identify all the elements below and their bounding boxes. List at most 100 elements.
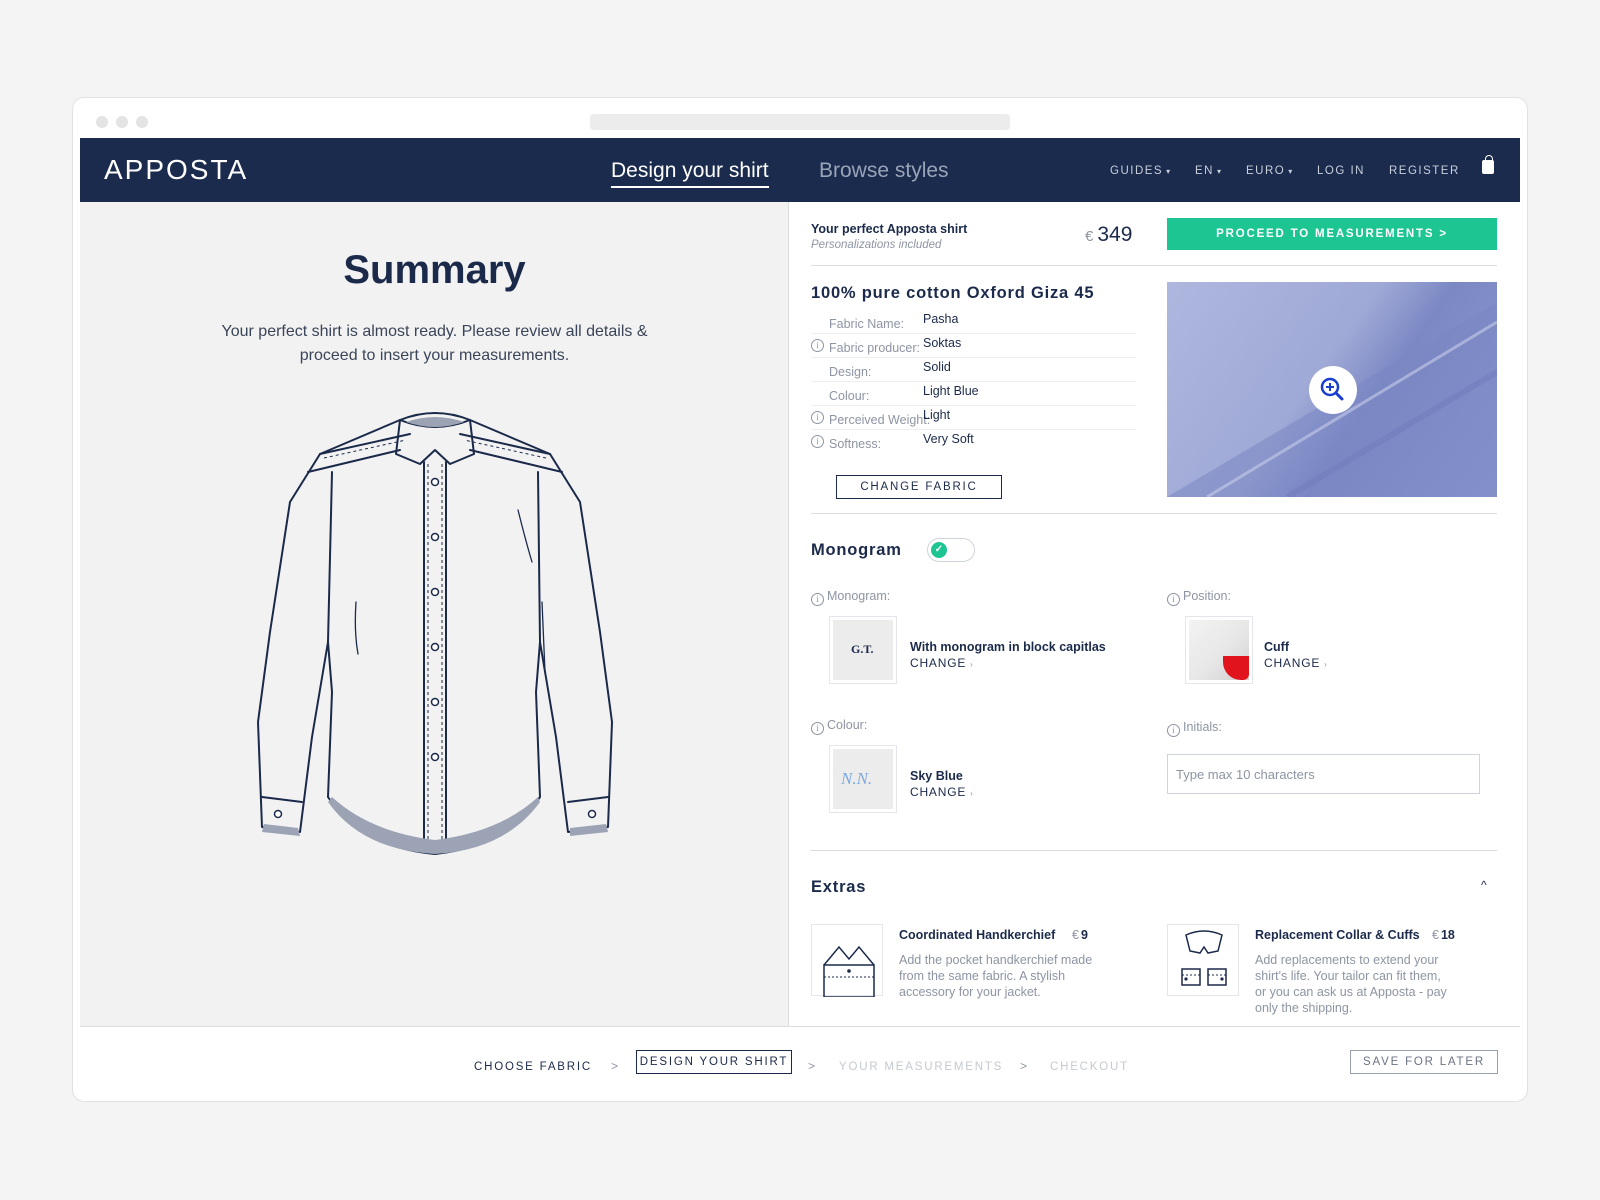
monogram-style-thumbnail[interactable]: G.T.: [829, 616, 897, 684]
step-your-measurements[interactable]: YOUR MEASUREMENTS: [839, 1061, 1003, 1073]
description-line: only the shipping.: [1255, 1001, 1353, 1015]
menu-register[interactable]: REGISTER: [1389, 165, 1460, 177]
monogram-style-value: With monogram in block capitlas: [910, 640, 1106, 654]
monogram-title: Monogram: [811, 541, 902, 559]
info-icon[interactable]: i: [811, 339, 824, 352]
monogram-position-thumbnail[interactable]: [1185, 616, 1253, 684]
extras-title: Extras: [811, 878, 867, 896]
extra-handkerchief-title: Coordinated Handkerchief: [899, 928, 1056, 942]
monogram-position-label: i Position:: [1167, 589, 1231, 606]
brand-logo[interactable]: APPOSTA: [104, 154, 248, 186]
monogram-position-value: Cuff: [1264, 640, 1289, 654]
menu-language[interactable]: EN ▾: [1195, 165, 1223, 177]
price-amount: €349: [1085, 223, 1132, 247]
spec-value: Solid: [923, 360, 951, 374]
shopping-bag-icon[interactable]: [1482, 155, 1494, 174]
monogram-colour-preview: N.N.: [833, 749, 893, 809]
menu-language-label: EN: [1195, 165, 1214, 177]
monogram-position-label-text: Position:: [1183, 589, 1231, 603]
menu-log-in[interactable]: LOG IN: [1317, 165, 1365, 177]
change-fabric-button[interactable]: CHANGE FABRIC: [836, 475, 1002, 499]
monogram-style-label-text: Monogram:: [827, 589, 891, 603]
tab-design-your-shirt[interactable]: Design your shirt: [611, 159, 769, 188]
spec-value: Light Blue: [923, 384, 979, 398]
description-line: Add the pocket handkerchief made: [899, 953, 1093, 967]
spec-label: Fabric Name:: [829, 317, 905, 331]
description-line: shirt's life. Your tailor can fit them,: [1255, 969, 1441, 983]
menu-guides-label: GUIDES: [1110, 165, 1164, 177]
details-panel: Your perfect Apposta shirt Personalizati…: [789, 202, 1520, 1026]
chevron-right-icon: ›: [1324, 660, 1328, 669]
price-value: 349: [1097, 223, 1133, 246]
change-label: CHANGE: [910, 785, 967, 799]
window-dot-icon: [116, 116, 128, 128]
top-navbar: APPOSTA Design your shirt Browse styles …: [80, 138, 1520, 202]
info-icon[interactable]: i: [811, 593, 824, 606]
monogram-style-label: i Monogram:: [811, 589, 891, 606]
browser-chrome: [80, 106, 1520, 138]
info-icon[interactable]: i: [811, 411, 824, 424]
extra-price-currency: €: [1072, 928, 1079, 942]
cuff-preview: [1189, 620, 1249, 680]
step-checkout[interactable]: CHECKOUT: [1050, 1061, 1129, 1073]
spec-label: Colour:: [829, 389, 870, 403]
fabric-swatch-image[interactable]: [1167, 282, 1497, 497]
info-icon[interactable]: i: [811, 722, 824, 735]
monogram-toggle[interactable]: ✓: [927, 538, 975, 562]
extra-collar-cuffs-description: Add replacements to extend your shirt's …: [1255, 952, 1447, 1016]
step-separator: >: [808, 1059, 816, 1073]
fabric-title: 100% pure cotton Oxford Giza 45: [811, 284, 1095, 302]
extra-price-value: 9: [1080, 928, 1088, 942]
description-line: from the same fabric. A stylish: [899, 969, 1066, 983]
zoom-button[interactable]: [1309, 366, 1357, 414]
zoom-in-icon: [1320, 377, 1344, 401]
monogram-colour-label: i Colour:: [811, 718, 868, 735]
handkerchief-image: [811, 924, 883, 998]
initials-input[interactable]: [1167, 754, 1480, 794]
menu-guides[interactable]: GUIDES ▾: [1110, 165, 1172, 177]
menu-currency[interactable]: EURO ▾: [1246, 165, 1294, 177]
description-line: Add replacements to extend your: [1255, 953, 1439, 967]
summary-description: Your perfect shirt is almost ready. Plea…: [221, 323, 648, 364]
chevron-down-icon: ▾: [1166, 167, 1172, 176]
proceed-to-measurements-button[interactable]: PROCEED TO MEASUREMENTS >: [1167, 218, 1497, 250]
spec-label: Perceived Weight:: [829, 413, 931, 427]
info-icon[interactable]: i: [811, 435, 824, 448]
info-icon[interactable]: i: [1167, 593, 1180, 606]
page-title: Summary: [343, 248, 526, 292]
checkout-steps-footer: CHOOSE FABRIC > DESIGN YOUR SHIRT > YOUR…: [80, 1026, 1520, 1094]
spec-label: Fabric producer:: [829, 341, 921, 355]
monogram-colour-label-text: Colour:: [827, 718, 868, 732]
monogram-position-change-link[interactable]: CHANGE ›: [1264, 656, 1328, 670]
spec-label: Design:: [829, 365, 872, 379]
monogram-colour-change-link[interactable]: CHANGE ›: [910, 785, 974, 799]
spec-row: Design: Solid: [811, 358, 1136, 382]
step-separator: >: [1020, 1059, 1028, 1073]
step-design-your-shirt[interactable]: DESIGN YOUR SHIRT: [636, 1050, 792, 1074]
price-subtitle: Personalizations included: [811, 239, 942, 251]
monogram-colour-thumb-text: N.N.: [841, 769, 873, 788]
chevron-right-icon: ›: [970, 789, 974, 798]
monogram-style-change-link[interactable]: CHANGE ›: [910, 656, 974, 670]
change-label: CHANGE: [1264, 656, 1321, 670]
summary-panel: Summary Your perfect shirt is almost rea…: [80, 202, 789, 1026]
info-icon[interactable]: i: [1167, 724, 1180, 737]
spec-value: Very Soft: [923, 432, 974, 446]
spec-label: Softness:: [829, 437, 882, 451]
step-choose-fabric[interactable]: CHOOSE FABRIC: [474, 1061, 592, 1073]
extra-handkerchief-price: €9: [1072, 928, 1088, 942]
handkerchief-icon: [823, 945, 875, 998]
chevron-up-icon[interactable]: ^: [1481, 878, 1487, 892]
address-bar[interactable]: [590, 114, 1010, 130]
monogram-colour-thumbnail[interactable]: N.N.: [829, 745, 897, 813]
spec-row: i Perceived Weight: Light: [811, 406, 1136, 430]
divider: [811, 850, 1497, 851]
description-line: or you can ask us at Apposta - pay: [1255, 985, 1447, 999]
save-for-later-button[interactable]: SAVE FOR LATER: [1350, 1050, 1498, 1074]
check-icon: ✓: [931, 542, 947, 558]
spec-value: Pasha: [923, 312, 959, 326]
extra-price-currency: €: [1432, 928, 1439, 942]
tab-browse-styles[interactable]: Browse styles: [819, 159, 949, 183]
window-dot-icon: [96, 116, 108, 128]
initials-label-text: Initials:: [1183, 720, 1222, 734]
